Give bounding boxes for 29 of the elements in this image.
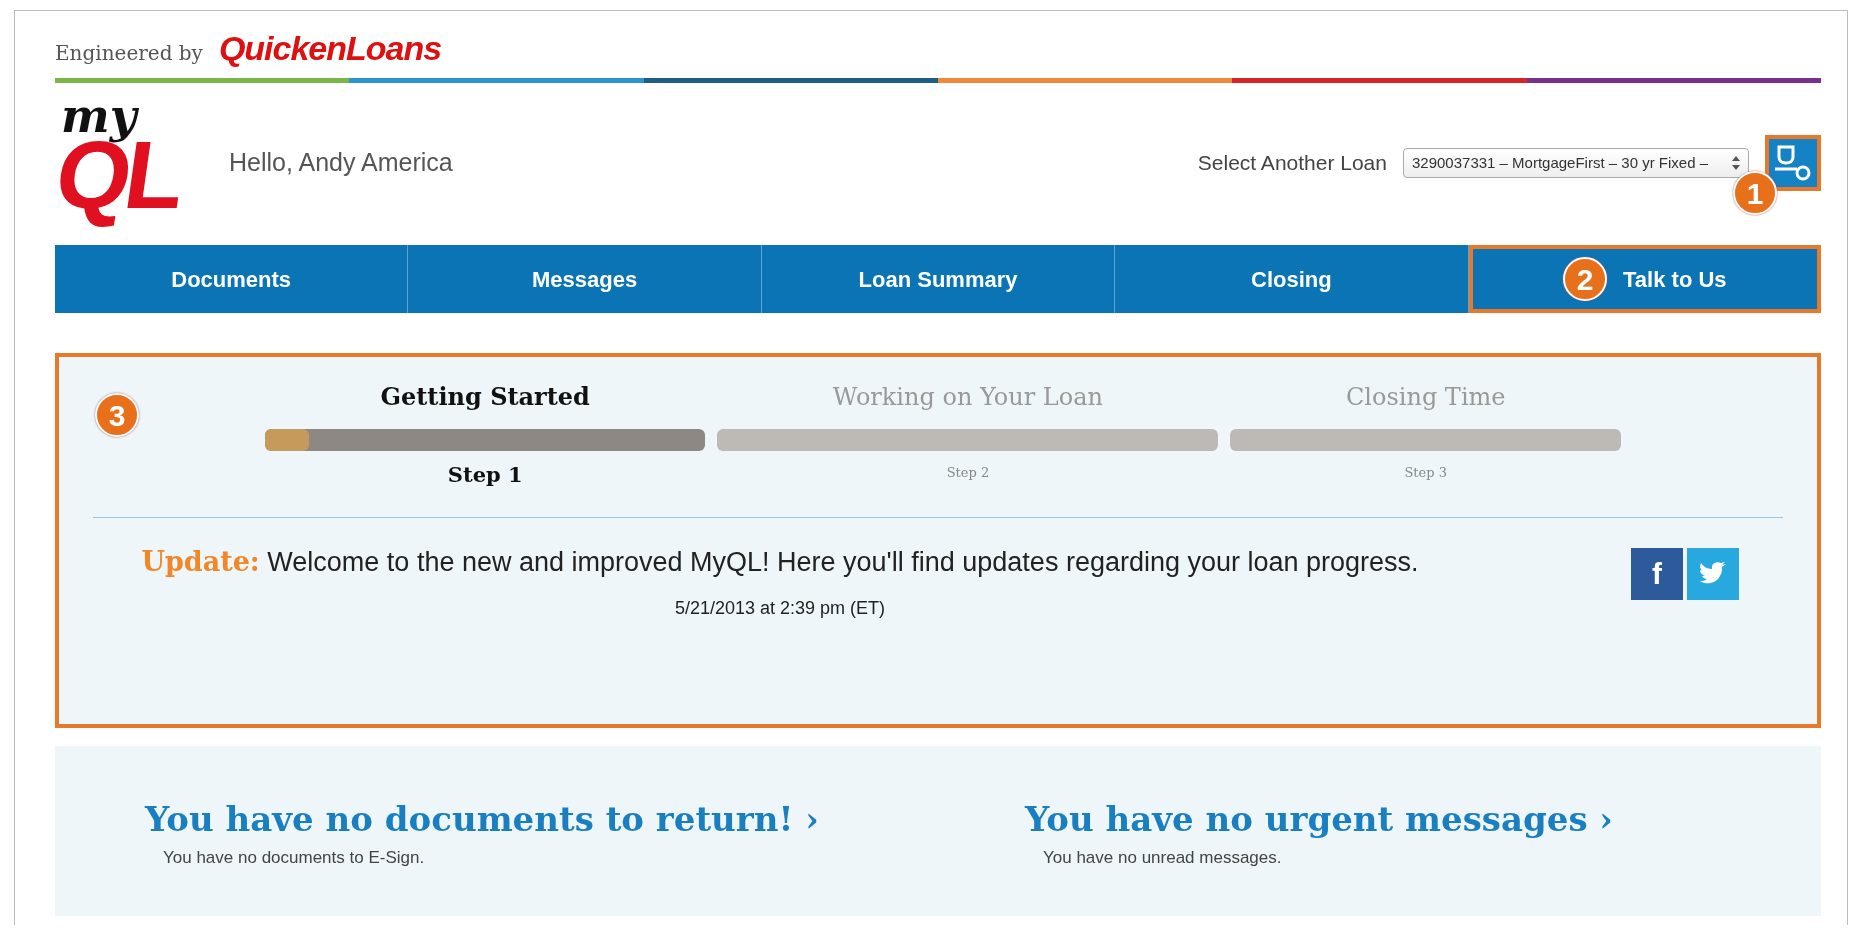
nav-tab[interactable]: Documents [55, 245, 409, 313]
nav-tab[interactable]: Messages [408, 245, 762, 313]
step-title: Getting Started [379, 381, 591, 413]
select-arrows-icon [1732, 156, 1740, 170]
summary-link[interactable]: You have no documents to return! › [145, 794, 1025, 845]
brand-logo: QuickenLoans [218, 28, 442, 69]
summary-note: You have no documents to E-Sign. [163, 847, 426, 869]
nav-tab[interactable]: 2 Talk to Us [1468, 245, 1822, 313]
summary-link[interactable]: You have no urgent messages › [1025, 794, 1613, 845]
step-title: Working on Your Loan [831, 382, 1104, 413]
callout-badge: 3 [95, 393, 139, 437]
step-label: Step 1 [446, 461, 524, 489]
update-message: Update: Welcome to the new and improved MyQL! Here you'll find updates regarding your loan progress. 5/21/2013 at 2:39 pm (ET) [140, 544, 1420, 620]
select-label: Select Another Loan [1197, 150, 1387, 177]
step-label: Step 3 [1403, 464, 1448, 482]
facebook-link[interactable]: f [1631, 547, 1683, 600]
nav-tab[interactable]: Closing [1115, 245, 1469, 313]
step-label: Step 2 [945, 464, 991, 482]
twitter-link[interactable] [1687, 547, 1739, 600]
callout-badge: 2 [1563, 257, 1608, 301]
tagline: Engineered by [55, 40, 203, 67]
loan-select[interactable]: 3290037331 – MortgageFirst – 30 yr Fixed – [1403, 147, 1749, 179]
step-title: Closing Time [1344, 382, 1507, 413]
nav-tab[interactable]: Loan Summary [761, 245, 1116, 313]
app-logo: my QL [55, 93, 187, 230]
summary-note: You have no unread messages. [1043, 847, 1283, 869]
greeting: Hello, Andy America [229, 147, 453, 179]
callout-badge: 1 [1733, 171, 1777, 215]
user-button[interactable] [1765, 135, 1821, 191]
